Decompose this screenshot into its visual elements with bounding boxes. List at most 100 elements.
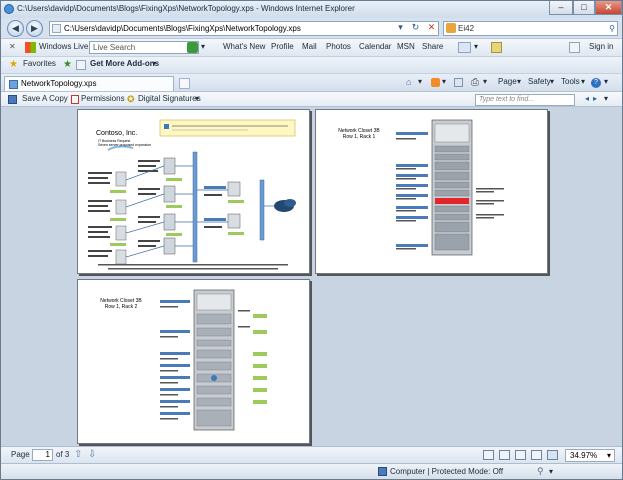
xps-toolbar: Save A Copy Permissions ✪ Digital Signat… — [1, 91, 622, 107]
permissions-icon — [71, 95, 79, 104]
toolbar-link-calendar[interactable]: Calendar — [359, 42, 391, 51]
find-input[interactable]: Type text to find... — [475, 94, 575, 106]
safety-menu[interactable]: Safety — [528, 77, 551, 86]
rack-diagram-1 — [396, 119, 504, 256]
network-backbone-2 — [259, 179, 265, 241]
sign-in-button[interactable]: Sign in — [589, 42, 613, 51]
status-zoom-dropdown[interactable]: ▾ — [549, 467, 553, 476]
blog-dropdown[interactable]: ▾ — [474, 42, 478, 51]
favorites-button[interactable]: Favorites — [23, 59, 56, 68]
tab-networktopology[interactable]: NetworkTopology.xps — [4, 76, 174, 92]
permissions-button[interactable]: Permissions — [81, 94, 125, 103]
tools-menu[interactable]: Tools — [561, 77, 580, 86]
whole-page-icon[interactable] — [515, 450, 526, 460]
xps-tab-icon — [9, 80, 18, 89]
rack-frame-2 — [193, 289, 235, 431]
live-search-dropdown[interactable]: ▾ — [201, 42, 205, 51]
zoom-value: 34.97% — [570, 451, 598, 460]
minimize-button[interactable]: – — [549, 1, 573, 15]
security-zone-text[interactable]: Computer | Protected Mode: Off — [390, 467, 503, 476]
help-dropdown[interactable]: ▾ — [604, 77, 608, 86]
digital-signatures-dropdown[interactable]: ▾ — [195, 94, 199, 103]
xps-page-3: Network Closet 3B Row 1, Rack 2 — [77, 279, 310, 444]
ie-logo-icon — [4, 4, 14, 14]
toolbar-link-profile[interactable]: Profile — [271, 42, 294, 51]
stop-icon: ✕ — [427, 22, 436, 32]
zoom-magnifier-icon[interactable]: ⚲ — [537, 466, 544, 477]
status-bar: Computer | Protected Mode: Off ⚲ ▾ — [1, 463, 622, 479]
xps-navigation-bar: Page 1 of 3 ⇧ ⇩ 34.97% ▾ — [1, 446, 622, 463]
close-button[interactable]: ✕ — [595, 1, 622, 15]
page-icon — [52, 24, 61, 33]
toolbar-link-msn[interactable]: MSN — [397, 42, 415, 51]
search-value: Ei42 — [458, 24, 475, 33]
address-dropdown-button[interactable]: ▾ — [393, 21, 408, 36]
previous-page-icon[interactable]: ⇧ — [74, 449, 82, 460]
save-disk-icon — [8, 95, 17, 104]
live-search-go-icon[interactable] — [187, 42, 198, 53]
windows-live-button[interactable]: Windows Live — [39, 42, 88, 51]
network-backbone-1 — [192, 151, 198, 263]
read-mail-icon[interactable] — [454, 78, 463, 87]
rack-diagram-2 — [160, 289, 267, 431]
live-search-input[interactable]: Live Search — [89, 41, 199, 54]
actual-size-icon[interactable] — [483, 450, 494, 460]
page-label: Page — [11, 450, 30, 459]
toolbar-link-photos[interactable]: Photos — [326, 42, 351, 51]
favorites-star-icon: ★ — [9, 59, 18, 70]
xps-page-2: Network Closet 3B Row 1, Rack 1 — [315, 109, 548, 274]
document-viewer[interactable]: Contoso, Inc. IT Business Request Seven … — [1, 107, 622, 446]
save-a-copy-button[interactable]: Save A Copy — [22, 94, 68, 103]
toolbar-link-whats-new[interactable]: What's New — [223, 42, 265, 51]
forward-arrow-icon: ▶ — [31, 23, 38, 33]
address-field[interactable]: C:\Users\davidp\Documents\Blogs\FixingXp… — [49, 21, 439, 36]
print-icon[interactable]: ⎙ — [471, 77, 479, 88]
digital-signatures-button[interactable]: Digital Signatures — [138, 94, 201, 103]
window-title: C:\Users\davidp\Documents\Blogs\FixingXp… — [17, 4, 355, 13]
home-icon[interactable]: ⌂ — [406, 77, 411, 87]
next-page-icon[interactable]: ⇩ — [88, 449, 96, 460]
blog-icon[interactable] — [458, 42, 471, 53]
windows-live-toolbar: ✕ Windows Live Live Search ▾ What's New … — [1, 38, 622, 56]
highlighted-server — [435, 198, 469, 204]
safety-menu-arrow: ▾ — [550, 77, 555, 86]
zoom-dropdown-icon[interactable]: ▾ — [607, 450, 611, 461]
stop-button[interactable]: ✕ — [424, 21, 439, 36]
fit-width-icon[interactable] — [499, 450, 510, 460]
maximize-button[interactable]: □ — [573, 1, 595, 15]
forward-button[interactable]: ▶ — [26, 20, 43, 37]
address-text: C:\Users\davidp\Documents\Blogs\FixingXp… — [64, 24, 301, 33]
home-dropdown[interactable]: ▾ — [418, 77, 422, 86]
page-number-input[interactable]: 1 — [32, 449, 53, 461]
feeds-icon[interactable] — [431, 78, 440, 87]
back-arrow-icon: ◀ — [12, 23, 19, 33]
new-tab-button[interactable] — [179, 78, 190, 89]
checkbox-icon[interactable] — [569, 42, 580, 53]
toolbar-link-mail[interactable]: Mail — [302, 42, 317, 51]
find-next-icon[interactable]: ▸ — [593, 94, 597, 103]
search-icon[interactable]: ⚲ — [609, 22, 615, 35]
page-menu[interactable]: Page — [498, 77, 517, 86]
toolbar-link-share[interactable]: Share — [422, 42, 443, 51]
refresh-button[interactable]: ↻ — [408, 21, 423, 36]
get-more-addons-link[interactable]: Get More Add-ons — [90, 59, 159, 68]
thumbnails-icon[interactable] — [547, 450, 558, 460]
addons-dropdown[interactable]: ▾ — [152, 59, 156, 68]
find-options-dropdown[interactable]: ▾ — [604, 94, 608, 103]
page1-subtitle: IT Business Request Seven server propose… — [98, 139, 152, 147]
print-dropdown[interactable]: ▾ — [483, 77, 487, 86]
back-button[interactable]: ◀ — [7, 20, 24, 37]
page-menu-arrow: ▾ — [517, 77, 522, 86]
find-previous-icon[interactable]: ◂ — [585, 94, 589, 103]
page-count-label: of 3 — [56, 450, 70, 459]
help-icon[interactable]: ? — [591, 78, 601, 88]
highlight-icon[interactable] — [491, 42, 502, 53]
zoom-level-field[interactable]: 34.97% ▾ — [565, 449, 615, 462]
title-bar: C:\Users\davidp\Documents\Blogs\FixingXp… — [1, 1, 622, 18]
diagram-tip-box — [159, 119, 296, 137]
two-pages-icon[interactable] — [531, 450, 542, 460]
add-favorite-icon[interactable]: ★ — [63, 59, 72, 70]
search-field[interactable]: Ei42 ⚲ — [443, 21, 618, 36]
feeds-dropdown[interactable]: ▾ — [442, 77, 446, 86]
toolbar-close-icon[interactable]: ✕ — [9, 42, 16, 51]
